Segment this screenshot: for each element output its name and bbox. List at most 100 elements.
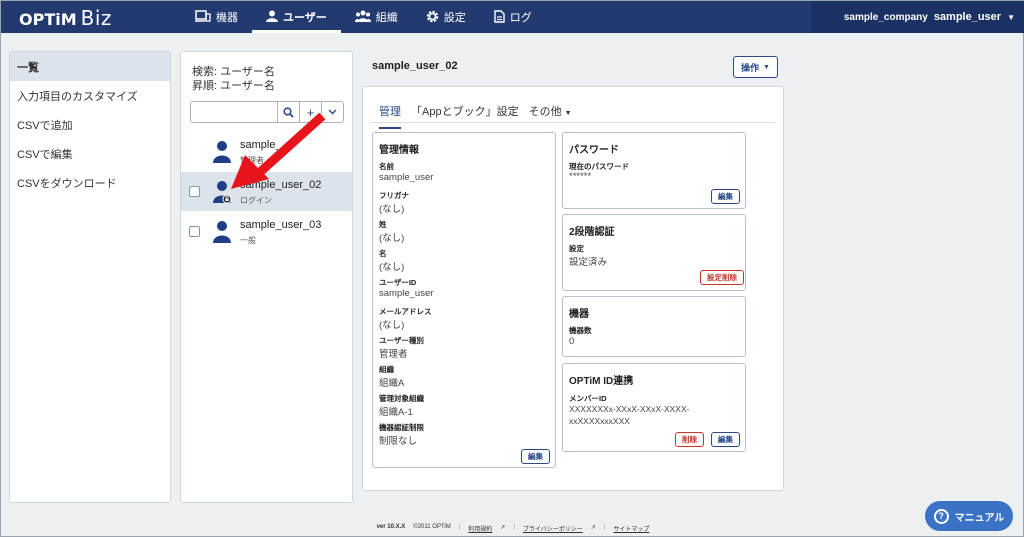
caret-down-icon: ▼ bbox=[763, 63, 770, 71]
edit-optim-id-button[interactable]: 編集 bbox=[711, 432, 740, 447]
footer-separator: | bbox=[513, 524, 515, 530]
top-bar: OPTiM Biz 機器 ユーザー 組織 設定 ログ sample_compan… bbox=[1, 1, 1024, 33]
chevron-down-icon: ▼ bbox=[1007, 12, 1015, 22]
tab-other-label: その他 bbox=[528, 106, 562, 118]
field-label-managed-org: 管理対象組織 bbox=[379, 394, 424, 403]
sidebar-item-csv-edit[interactable]: CSVで編集 bbox=[10, 139, 170, 168]
external-link-icon: ↗ bbox=[500, 525, 506, 531]
user-role: ログイン bbox=[240, 196, 272, 205]
chevron-down-icon bbox=[328, 109, 337, 115]
logo-main: OPTiM bbox=[19, 10, 77, 29]
manual-button[interactable]: ? マニュアル bbox=[925, 501, 1013, 531]
field-label-user-type: ユーザー種別 bbox=[379, 336, 424, 345]
external-link-icon: ↗ bbox=[590, 525, 596, 531]
field-label-device-auth-limit: 機器認証制限 bbox=[379, 423, 424, 432]
field-label-last-name: 姓 bbox=[379, 220, 387, 229]
optim-id-box: OPTiM ID連携 メンバーID XXXXXXXx-XXxX-XXxX-XXX… bbox=[562, 363, 746, 452]
two-factor-title: 2段階認証 bbox=[569, 227, 615, 238]
logo-sub: Biz bbox=[80, 6, 112, 30]
field-value-last-name: (なし) bbox=[379, 233, 405, 244]
field-value-device-auth-limit: 制限なし bbox=[379, 436, 418, 447]
document-icon bbox=[494, 9, 505, 25]
devices-box: 機器 機器数 0 bbox=[562, 296, 746, 357]
copyright-text: ©2011 OPTiM bbox=[413, 524, 451, 530]
device-count-value: 0 bbox=[569, 336, 575, 347]
tab-other[interactable]: その他 ▼ bbox=[529, 103, 572, 129]
caret-down-icon: ▼ bbox=[564, 110, 572, 117]
page-title: sample_user_02 bbox=[372, 60, 458, 72]
current-user-name: sample_user bbox=[933, 11, 1002, 23]
sidebar-item-list[interactable]: 一覧 bbox=[10, 52, 170, 81]
nav-devices[interactable]: 機器 bbox=[181, 1, 252, 33]
footer-separator: | bbox=[458, 524, 461, 530]
field-label-name: 名前 bbox=[379, 162, 394, 171]
field-value-user-id: sample_user bbox=[379, 288, 434, 299]
nav-logs-label: ログ bbox=[509, 12, 532, 24]
tab-app-book-settings[interactable]: 「Appとブック」設定 bbox=[411, 103, 519, 129]
field-label-organization: 組織 bbox=[379, 365, 394, 374]
nav-groups[interactable]: 組織 bbox=[341, 1, 412, 33]
sort-condition: 昇順: ユーザー名 bbox=[192, 80, 275, 92]
field-label-email: メールアドレス bbox=[379, 307, 432, 316]
two-factor-box: 2段階認証 設定 設定済み 設定削除 bbox=[562, 214, 746, 291]
management-info-box: 管理情報 名前 sample_user フリガナ (なし) 姓 (なし) 名 (… bbox=[372, 132, 556, 468]
sidebar-item-label: CSVで編集 bbox=[17, 148, 73, 161]
privacy-link[interactable]: プライバシーポリシー bbox=[523, 524, 583, 533]
member-id-value-line2: xxXXXXxxxXXX bbox=[569, 416, 630, 426]
member-id-value-line1: XXXXXXXx-XXxX-XXxX-XXXX- bbox=[569, 404, 690, 414]
sidebar: 一覧 入力項目のカスタマイズ CSVで追加 CSVで編集 CSVをダウンロード bbox=[9, 51, 171, 503]
user-avatar-icon bbox=[213, 221, 231, 243]
operations-label: 操作 bbox=[741, 62, 760, 73]
row-checkbox[interactable] bbox=[189, 226, 200, 237]
two-factor-setting-label: 設定 bbox=[569, 244, 584, 253]
main-nav: 機器 ユーザー 組織 設定 ログ bbox=[181, 1, 546, 33]
app-logo[interactable]: OPTiM Biz bbox=[19, 6, 112, 31]
tab-management[interactable]: 管理 bbox=[379, 103, 401, 129]
sidebar-item-csv-add[interactable]: CSVで追加 bbox=[10, 110, 170, 139]
nav-users-label: ユーザー bbox=[283, 12, 327, 24]
nav-logs[interactable]: ログ bbox=[480, 1, 546, 33]
sidebar-item-csv-download[interactable]: CSVをダウンロード bbox=[10, 168, 170, 197]
gear-icon bbox=[426, 10, 439, 25]
field-label-user-id: ユーザーID bbox=[379, 278, 417, 287]
member-id-label: メンバーID bbox=[569, 394, 607, 403]
row-checkbox[interactable] bbox=[189, 186, 200, 197]
field-value-name: sample_user bbox=[379, 172, 434, 183]
delete-optim-id-button[interactable]: 削除 bbox=[675, 432, 704, 447]
annotation-arrow-icon bbox=[231, 113, 326, 189]
field-label-first-name: 名 bbox=[379, 249, 387, 258]
terms-link[interactable]: 利用規約 bbox=[468, 524, 492, 533]
edit-password-button[interactable]: 編集 bbox=[711, 189, 740, 204]
devices-title: 機器 bbox=[569, 309, 589, 320]
delete-two-factor-button[interactable]: 設定削除 bbox=[700, 270, 744, 285]
sidebar-item-label: 入力項目のカスタマイズ bbox=[17, 90, 138, 103]
tab-divider bbox=[371, 122, 775, 123]
user-role: 一般 bbox=[240, 236, 256, 245]
nav-settings-label: 設定 bbox=[443, 12, 466, 24]
current-password-value: ****** bbox=[569, 171, 592, 182]
footer: ver 10.X.X ©2011 OPTiM | 利用規約 ↗ | プライバシー… bbox=[1, 524, 1024, 533]
company-name: sample_company bbox=[843, 11, 928, 23]
field-value-email: (なし) bbox=[379, 320, 405, 331]
device-count-label: 機器数 bbox=[569, 326, 592, 335]
version-text: ver 10.X.X bbox=[376, 524, 406, 530]
field-value-furigana: (なし) bbox=[379, 204, 405, 215]
field-value-user-type: 管理者 bbox=[379, 349, 408, 360]
sidebar-item-label: CSVで追加 bbox=[17, 119, 73, 132]
account-menu[interactable]: sample_company sample_user ▼ bbox=[811, 1, 1024, 33]
two-factor-setting-value: 設定済み bbox=[569, 257, 608, 268]
sidebar-item-customize-fields[interactable]: 入力項目のカスタマイズ bbox=[10, 81, 170, 110]
nav-groups-label: 組織 bbox=[375, 12, 398, 24]
password-title: パスワード bbox=[569, 145, 619, 156]
user-icon bbox=[266, 10, 278, 24]
field-value-managed-org: 組織A-1 bbox=[379, 407, 413, 418]
list-item[interactable]: sample_user_03 一般 bbox=[181, 212, 352, 251]
operations-button[interactable]: 操作 ▼ bbox=[733, 56, 778, 78]
sitemap-link[interactable]: サイトマップ bbox=[613, 524, 649, 533]
nav-settings[interactable]: 設定 bbox=[412, 1, 480, 33]
nav-users[interactable]: ユーザー bbox=[252, 1, 341, 33]
edit-management-button[interactable]: 編集 bbox=[521, 449, 550, 464]
field-label-furigana: フリガナ bbox=[379, 191, 409, 200]
optim-id-title: OPTiM ID連携 bbox=[569, 376, 634, 387]
management-info-title: 管理情報 bbox=[379, 145, 419, 156]
